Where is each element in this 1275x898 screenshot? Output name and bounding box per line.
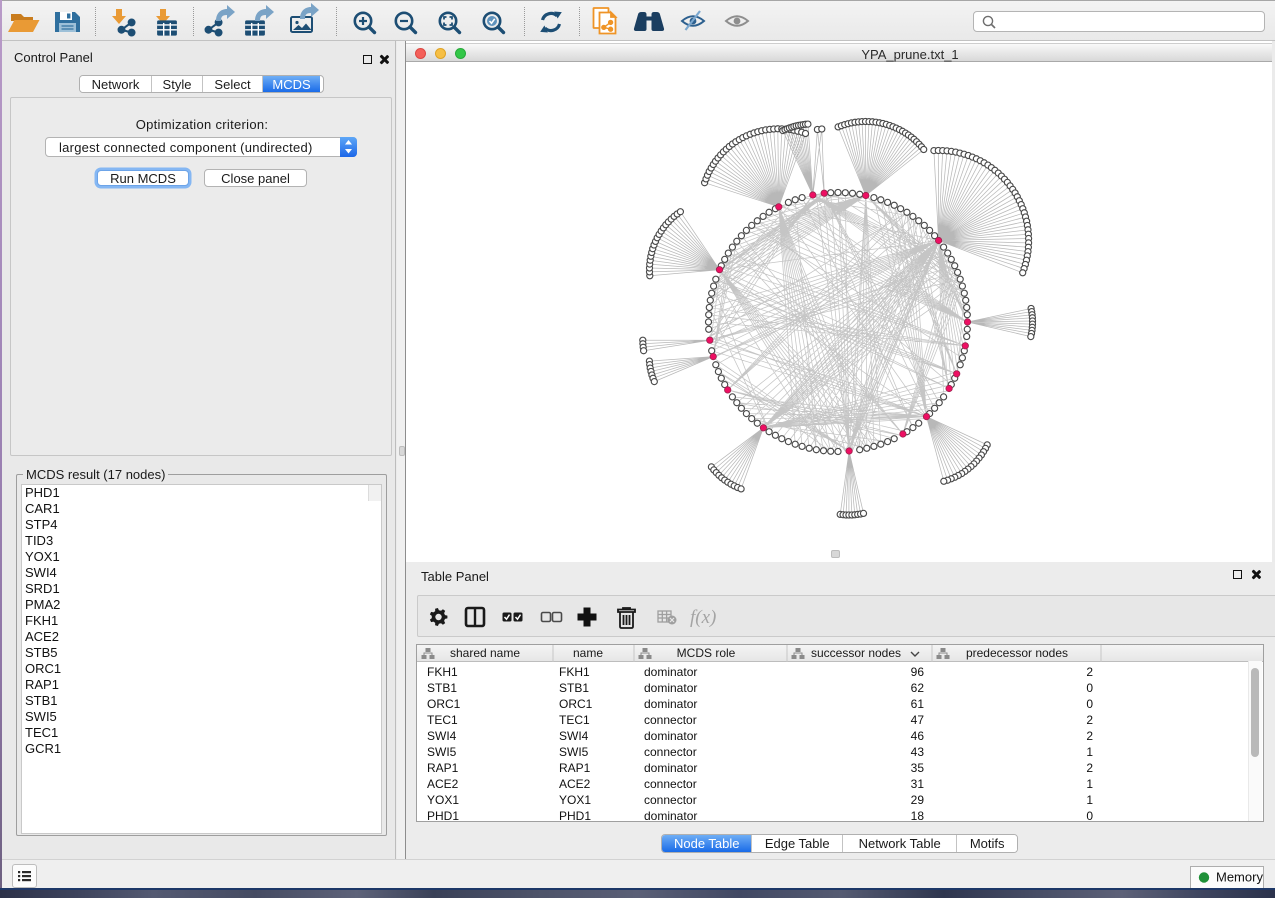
- svg-text:Memory: Memory: [1216, 870, 1263, 885]
- svg-text:f(x): f(x): [690, 607, 716, 628]
- svg-text:name: name: [573, 646, 603, 660]
- svg-text:predecessor nodes: predecessor nodes: [966, 646, 1068, 660]
- svg-text:shared name: shared name: [450, 646, 520, 660]
- svg-text:successor nodes: successor nodes: [811, 646, 901, 660]
- svg-text:MCDS role: MCDS role: [677, 646, 736, 660]
